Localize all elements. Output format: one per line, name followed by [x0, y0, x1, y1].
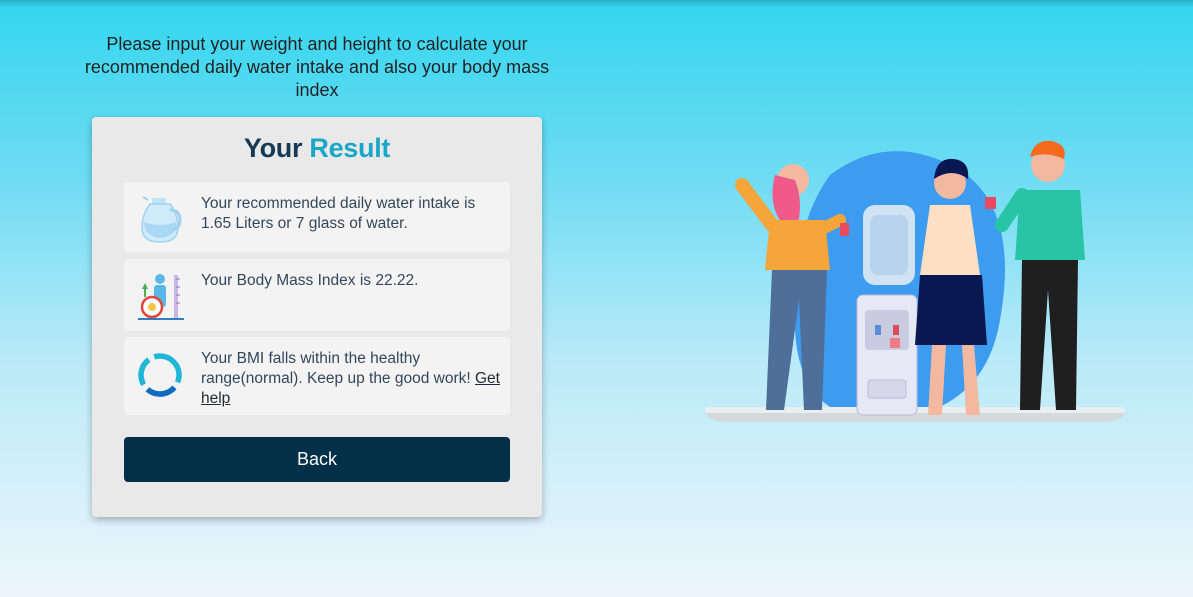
- result-card: Your Result Your recommended daily water…: [92, 117, 542, 517]
- back-button[interactable]: Back: [124, 437, 510, 482]
- top-shadow: [0, 0, 1193, 8]
- bmi-range-row: Your BMI falls within the healthy range(…: [124, 337, 510, 415]
- water-intake-row: Your recommended daily water intake is 1…: [124, 182, 510, 252]
- intro-text: Please input your weight and height to c…: [84, 34, 550, 100]
- water-cooler-illustration: [700, 135, 1130, 430]
- bmi-range-text: Your BMI falls within the healthy range(…: [201, 349, 501, 409]
- result-title: Your Result: [92, 133, 542, 164]
- water-intake-text: Your recommended daily water intake is 1…: [201, 195, 476, 232]
- water-jug-icon: [134, 190, 186, 246]
- bmi-range-message: Your BMI falls within the healthy range(…: [201, 350, 471, 387]
- bmi-measure-icon: [134, 267, 186, 323]
- bmi-text: Your Body Mass Index is 22.22.: [201, 272, 419, 289]
- result-title-result: Result: [309, 133, 391, 163]
- ring-chart-icon: [134, 347, 186, 403]
- result-title-your: Your: [243, 133, 303, 163]
- bmi-row: Your Body Mass Index is 22.22.: [124, 259, 510, 331]
